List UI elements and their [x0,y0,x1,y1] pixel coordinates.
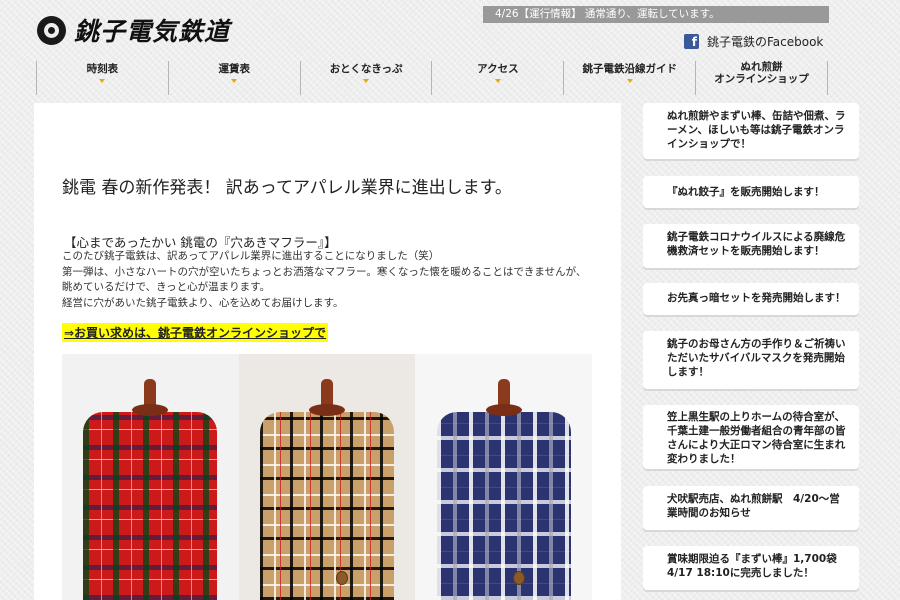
news-item-line: 4/17 18:10に完売しました！ [667,567,814,579]
news-item-line: ただいたサバイバルマスクを発売開始 [667,352,845,364]
news-item-line: お先真っ暗セットを発売開始します！ [667,292,846,304]
facebook-link[interactable]: f 銚子電鉄のFacebook [684,33,823,50]
sidebar-news-item[interactable]: 『ぬれ餃子』を販売開始します！ [643,176,859,208]
nav-item-label: 時刻表 [86,63,119,75]
news-item-line: 犬吠駅売店、ぬれ煎餅駅 4/20〜営 [667,493,840,505]
main-nav: 時刻表 運賃表 おとくなきっぷ アクセス 銚子電鉄沿線ガイド ぬれ煎餅 オンライ… [36,61,828,95]
news-item-line: 機救済セットを販売開始します！ [667,245,825,257]
nav-item-discount-tickets[interactable]: おとくなきっぷ [299,61,432,95]
mannequin-cap [485,404,522,416]
online-shop-link[interactable]: ⇒お買い求めは、銚子電鉄オンラインショップで [62,323,329,342]
news-item-line: 銚子電鉄コロナウイルスによる廃線危 [667,231,846,243]
logo-text: 銚子電気鉄道 [74,17,231,46]
caret-down-icon [99,79,106,83]
news-item-line: 笠上黒生駅の上りホームの待合室が、 [667,411,845,423]
scarf-navy-check [415,354,592,600]
heart-hole-icon [512,571,525,585]
nav-item-timetable[interactable]: 時刻表 [36,61,168,95]
scarf-camel-check [238,354,416,600]
camel-check-scarf-image [259,412,395,600]
heart-hole-icon [335,571,348,585]
nav-item-label-line1: ぬれ煎餅 [740,61,783,73]
news-item-line: ぬれ煎餅やまずい棒、缶詰や佃煮、ラ [667,110,846,122]
site-logo[interactable]: 銚子電気鉄道 [37,12,230,48]
facebook-icon: f [684,34,699,49]
article-paragraph: このたび銚子電鉄は、訳あってアパレル業界に進出することになりました（笑） [62,250,440,262]
news-item-line: インショップで！ [667,138,751,150]
news-item-line: 業時間のお知らせ [667,507,751,519]
mannequin-cap [309,404,345,416]
article-paragraph: 経営に穴があいた銚子電鉄より、心を込めてお届けします。 [62,296,344,309]
caret-down-icon [231,79,238,83]
news-item-line: 『ぬれ餃子』を販売開始します！ [667,186,825,198]
news-item-line: 変わりました！ [667,453,741,465]
sidebar-news-item[interactable]: ぬれ煎餅やまずい棒、缶詰や佃煮、ラ ーメン、ほしいも等は銚子電鉄オンラ インショ… [643,103,859,159]
news-item-line: さんにより大正ロマン待合室に生まれ [667,439,846,451]
sidebar-news-item[interactable]: 笠上黒生駅の上りホームの待合室が、 千葉土建一般労働者組合の青年部の皆 さんによ… [643,405,859,469]
news-item-line: します！ [667,366,709,378]
sidebar-news-item[interactable]: 銚子電鉄コロナウイルスによる廃線危 機救済セットを販売開始します！ [643,224,859,268]
nav-item-line-guide[interactable]: 銚子電鉄沿線ガイド [563,61,695,95]
red-tartan-scarf-image [83,412,218,600]
nav-item-access[interactable]: アクセス [431,61,563,95]
sidebar-news-item[interactable]: 犬吠駅売店、ぬれ煎餅駅 4/20〜営 業時間のお知らせ [643,486,859,530]
navy-check-scarf-image [436,412,571,600]
caret-down-icon [363,79,370,83]
nav-item-label: おとくなきっぷ [329,63,403,75]
article-paragraph: 眺めているだけで、きっと心が温まります。 [62,281,271,293]
nav-item-label: 銚子電鉄沿線ガイド [582,63,677,75]
article-title: 銚電 春の新作発表！ 訳あってアパレル業界に進出します。 [62,178,512,198]
scarf-product-photo [62,354,592,600]
sidebar-news-item[interactable]: 銚子のお母さん方の手作り＆ご祈祷い ただいたサバイバルマスクを発売開始 します！ [643,331,859,389]
caret-down-icon [494,79,501,83]
facebook-link-label: 銚子電鉄のFacebook [707,35,824,49]
article-body: このたび銚子電鉄は、訳あってアパレル業界に進出することになりました（笑） 第一弾… [62,249,602,311]
news-item-line: 銚子のお母さん方の手作り＆ご祈祷い [667,338,846,350]
nav-item-fares[interactable]: 運賃表 [167,61,300,95]
nav-item-label-line2: オンラインショップ [714,73,809,85]
news-item-line: 千葉土建一般労働者組合の青年部の皆 [667,425,846,437]
sidebar-news-item[interactable]: 賞味期限迫る『まずい棒』1,700袋 4/17 18:10に完売しました！ [643,546,859,590]
sidebar-news-item[interactable]: お先真っ暗セットを発売開始します！ [643,283,859,315]
news-item-line: 賞味期限迫る『まずい棒』1,700袋 [667,553,837,565]
nav-item-label: 運賃表 [218,63,250,75]
article-paragraph: 第一弾は、小さなハートの穴が空いたちょっとお洒落なマフラー。寒くなった懐を暖める… [62,265,587,278]
news-ticker[interactable]: 4/26【運行情報】 通常通り、運転しています。 [483,6,829,23]
article-panel: 銚電 春の新作発表！ 訳あってアパレル業界に進出します。 【心まであったかい 銚… [34,103,621,600]
nav-item-online-shop[interactable]: ぬれ煎餅 オンラインショップ [695,61,828,95]
news-item-line: ーメン、ほしいも等は銚子電鉄オンラ [667,124,845,136]
nav-item-label: アクセス [477,63,519,75]
logo-emblem-icon [37,15,66,45]
scarf-red-tartan [62,354,239,600]
caret-down-icon [626,79,633,83]
